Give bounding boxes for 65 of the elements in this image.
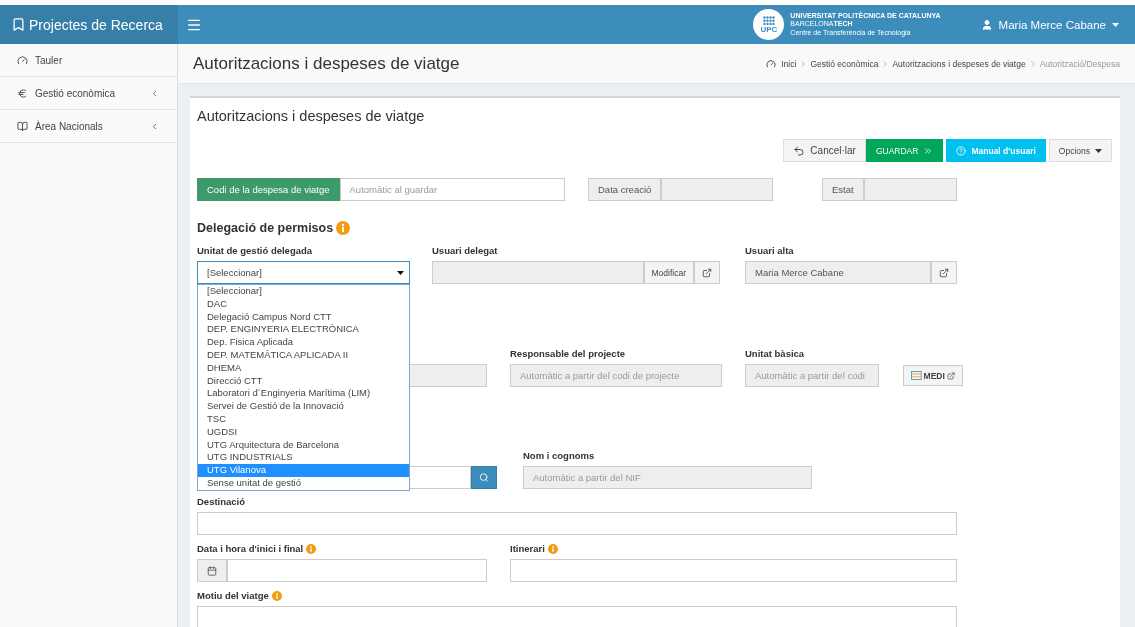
chevron-icon: [1030, 60, 1035, 67]
dashboard-icon: [17, 54, 28, 66]
sidebar-item[interactable]: Tauler: [0, 44, 177, 77]
open-button[interactable]: [694, 261, 720, 284]
itinerary-field[interactable]: [510, 559, 957, 582]
help-icon: [956, 145, 967, 156]
external-link-icon: [939, 267, 949, 278]
search-button[interactable]: [471, 466, 497, 489]
euro-icon: [17, 87, 28, 99]
caret-icon: [1112, 22, 1119, 27]
app-brand[interactable]: Projectes de Recerca: [0, 5, 178, 44]
abacus-icon: [911, 370, 922, 381]
section-heading: Delegació de permisos: [197, 221, 334, 235]
breadcrumb-link[interactable]: Gestió econòmica: [810, 58, 879, 69]
unit-select[interactable]: [Seleccionar]: [197, 261, 410, 284]
field-label: Data creació: [588, 178, 662, 201]
dates-field[interactable]: [227, 559, 487, 582]
chevron-icon: [801, 60, 806, 67]
breadcrumb-link[interactable]: Autoritzacions i despeses de viatge: [892, 58, 1026, 69]
caret-icon: [1095, 148, 1102, 153]
field-label: Estat: [822, 178, 864, 201]
caret-icon: [397, 270, 404, 275]
info-icon: [336, 221, 351, 235]
field-label: Codi de la despesa de viatge: [197, 178, 340, 201]
field-label: Responsable del projecte: [510, 347, 627, 360]
options-button[interactable]: Opcions: [1048, 139, 1112, 162]
open-button[interactable]: [931, 261, 957, 284]
cancel-button[interactable]: Cancel·lar: [783, 139, 866, 162]
panel-title: Autoritzacions i despeses de viatge: [197, 108, 425, 124]
field-label: Unitat de gestió delegada: [197, 244, 314, 257]
logo-mark-text: UPC: [760, 25, 778, 34]
creator-field: Maria Merce Cabane: [745, 261, 931, 284]
field-label: Unitat bàsica: [745, 347, 806, 360]
user-icon: [980, 18, 993, 31]
field-label: Data i hora d'inici i final: [197, 543, 304, 554]
book-icon: [17, 120, 28, 132]
external-link-icon: [946, 370, 955, 381]
external-link-icon: [702, 267, 712, 278]
sidebar-item[interactable]: Gestió econòmica: [0, 77, 177, 110]
field-label: Nom i cognoms: [523, 449, 596, 462]
responsible-field: Automàtic a partir del codi de projecte: [510, 364, 722, 387]
bookmark-icon: [11, 17, 26, 32]
modify-button[interactable]: Modificar: [643, 261, 694, 284]
field-label: Destinació: [197, 495, 247, 508]
medi-button[interactable]: MEDI: [903, 365, 963, 386]
destination-field[interactable]: [197, 512, 957, 535]
page-title: Autoritzacions i despeses de viatge: [193, 53, 460, 74]
double-chevron-icon: [923, 145, 934, 156]
basic-unit-field: Automàtic a partir del codi: [745, 364, 879, 387]
chevron-icon: [883, 60, 888, 67]
field-label: Usuari delegat: [432, 244, 499, 257]
name-field: Automàtic a partir del NIF: [523, 466, 812, 489]
calendar-icon: [207, 565, 217, 576]
field-label: Motiu del viatge: [197, 590, 269, 601]
undo-icon: [793, 144, 806, 157]
dashboard-icon: [766, 58, 777, 69]
sidebar-item[interactable]: Àrea Nacionals: [0, 110, 177, 143]
app-title: Projectes de Recerca: [29, 16, 163, 33]
field-label: Itinerari: [510, 543, 545, 554]
search-icon: [479, 472, 489, 483]
user-menu[interactable]: Maria Merce Cabane: [980, 18, 1119, 31]
dots-icon: [762, 15, 775, 26]
field-label: Usuari alta: [745, 244, 795, 257]
breadcrumb-link[interactable]: Inici: [781, 58, 797, 69]
calendar-addon[interactable]: [197, 559, 227, 582]
